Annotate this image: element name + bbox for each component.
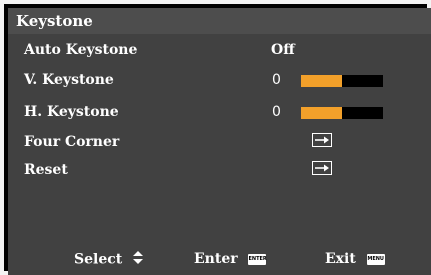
footer-select-label: Select	[74, 251, 123, 268]
h-keystone-slider-fill	[301, 107, 342, 119]
reset-label: Reset	[24, 162, 68, 178]
v-keystone-label: V. Keystone	[24, 72, 114, 88]
v-keystone-slider[interactable]	[301, 75, 383, 87]
four-corner-label: Four Corner	[24, 134, 120, 150]
enter-button-icon: ENTER	[248, 253, 267, 265]
auto-keystone-value[interactable]: Off	[271, 42, 295, 58]
footer-select-hint: Select	[74, 251, 144, 268]
up-down-arrows-icon	[133, 251, 144, 268]
footer-exit-label: Exit	[325, 251, 356, 267]
menu-title-bar: Keystone	[8, 8, 431, 34]
menu-item-v-keystone[interactable]: V. Keystone 0	[8, 66, 431, 94]
v-keystone-value: 0	[272, 72, 281, 88]
footer-enter-hint: Enter ENTER	[194, 251, 267, 267]
h-keystone-label: H. Keystone	[24, 104, 119, 120]
footer-exit-hint: Exit MENU	[325, 251, 385, 267]
enter-arrow-icon[interactable]	[312, 133, 332, 147]
v-keystone-slider-fill	[301, 75, 342, 87]
auto-keystone-label: Auto Keystone	[24, 42, 138, 58]
keystone-osd-menu: Keystone Auto Keystone Off V. Keystone 0…	[0, 0, 431, 275]
h-keystone-slider[interactable]	[301, 107, 383, 119]
menu-item-reset[interactable]: Reset	[8, 156, 431, 184]
footer-enter-label: Enter	[194, 251, 238, 267]
menu-button-icon: MENU	[366, 253, 385, 265]
enter-arrow-icon[interactable]	[312, 161, 332, 175]
menu-item-h-keystone[interactable]: H. Keystone 0	[8, 98, 431, 126]
keystone-menu-list: Auto Keystone Off V. Keystone 0 H. Keyst…	[8, 34, 431, 243]
h-keystone-value: 0	[272, 104, 281, 120]
menu-item-auto-keystone[interactable]: Auto Keystone Off	[8, 36, 431, 64]
menu-item-four-corner[interactable]: Four Corner	[8, 128, 431, 156]
menu-title: Keystone	[16, 12, 93, 30]
menu-footer-hints: Select Enter ENTER Exit MENU	[8, 243, 431, 275]
